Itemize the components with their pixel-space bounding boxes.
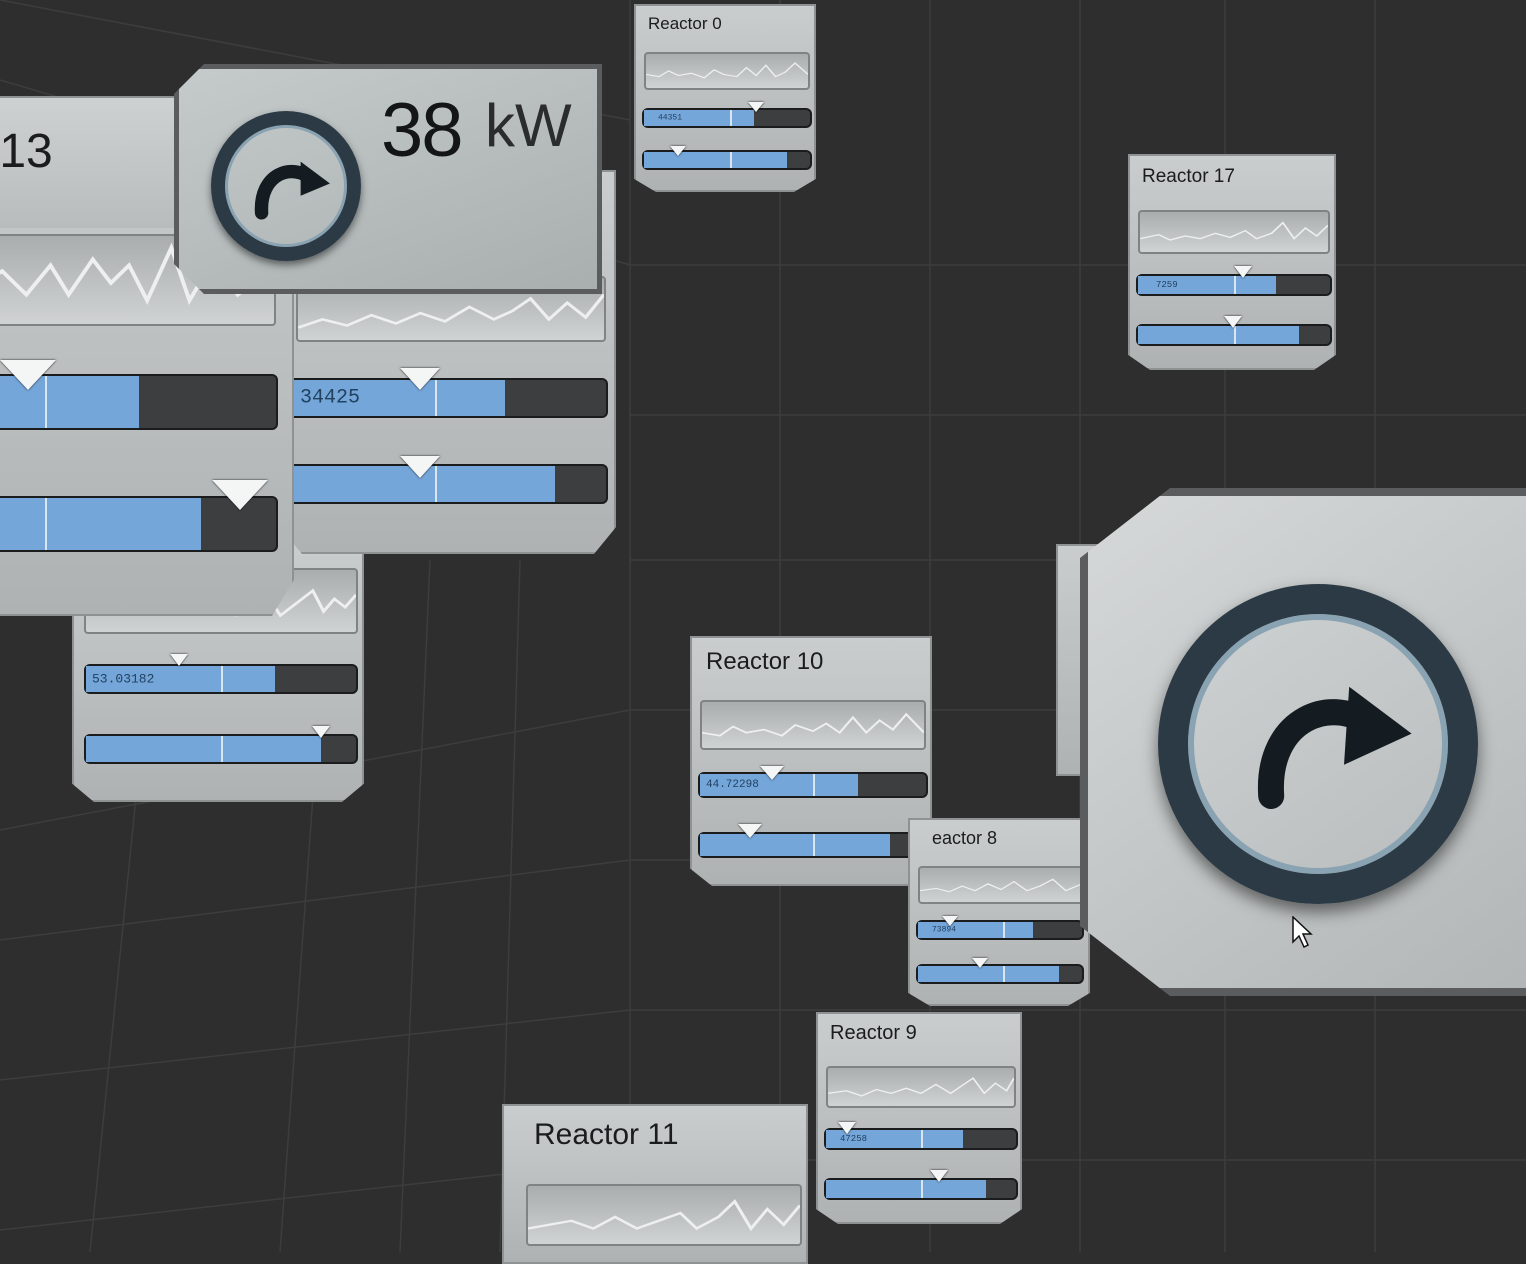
reactor-lower-left-slider[interactable]: 53.03182 <box>84 664 358 694</box>
reactor-8-slider-2-handle[interactable] <box>972 958 988 968</box>
reactor-8-sparkline <box>918 866 1084 904</box>
reactor-0-slider-2-handle[interactable] <box>670 146 686 156</box>
reactor-8-slider-handle[interactable] <box>942 916 958 926</box>
reactor-9-slider-2[interactable] <box>824 1178 1018 1200</box>
reactor-0-slider[interactable]: 44351 <box>642 108 812 128</box>
reactor-0-panel[interactable]: Reactor 0 44351 <box>634 4 816 192</box>
reactor-9-sparkline <box>826 1066 1016 1108</box>
reactor-mid-slider-value: 34425 <box>300 386 361 410</box>
reactor-9-slider-value: 47258 <box>840 1134 868 1144</box>
refresh-circle-icon[interactable] <box>211 111 361 261</box>
reactor-11-title: Reactor 11 <box>534 1118 679 1151</box>
reactor-9-slider-handle[interactable] <box>838 1122 856 1134</box>
reactor-13-title: r 13 <box>0 125 53 178</box>
reactor-13-slider-handle[interactable] <box>0 360 56 390</box>
reactor-10-slider-handle[interactable] <box>760 766 784 780</box>
reactor-mid-slider-handle[interactable] <box>400 368 440 390</box>
reactor-8-panel[interactable]: eactor 8 73894 <box>908 818 1090 1006</box>
mouse-pointer-icon <box>1292 916 1313 949</box>
reactor-9-title: Reactor 9 <box>830 1022 917 1044</box>
refresh-circle-icon-large[interactable] <box>1158 584 1478 904</box>
reactor-10-slider-value: 44.72298 <box>706 779 759 791</box>
reactor-17-slider-handle[interactable] <box>1234 266 1252 278</box>
power-widget[interactable]: 38 kW <box>174 64 602 294</box>
reactor-10-slider-2-handle[interactable] <box>738 824 762 838</box>
power-value: 38 <box>381 88 462 173</box>
refresh-arrow-glyph-large <box>1188 614 1448 874</box>
reactor-17-title: Reactor 17 <box>1142 166 1235 187</box>
reactor-8-slider-value: 73894 <box>932 925 957 935</box>
reactor-10-sparkline <box>700 700 926 750</box>
reactor-lower-left-slider-2[interactable] <box>84 734 358 764</box>
reactor-0-slider-handle[interactable] <box>748 102 764 112</box>
reactor-17-slider-2-handle[interactable] <box>1224 316 1242 328</box>
reactor-8-slider-2[interactable] <box>916 964 1084 984</box>
reactor-9-slider-2-handle[interactable] <box>930 1170 948 1182</box>
reactor-lower-left-slider-value: 53.03182 <box>92 671 155 687</box>
reactor-mid-slider-2[interactable] <box>288 464 608 504</box>
power-unit: kW <box>485 92 572 159</box>
reactor-13-slider-2-handle[interactable] <box>212 480 268 510</box>
reactor-0-sparkline <box>644 52 810 90</box>
reactor-10-title: Reactor 10 <box>706 648 824 675</box>
reactor-11-panel[interactable]: Reactor 11 <box>502 1104 808 1264</box>
reactor-9-panel[interactable]: Reactor 9 47258 <box>816 1012 1022 1224</box>
reactor-mid-slider-2-handle[interactable] <box>400 456 440 478</box>
reactor-0-slider-value: 44351 <box>658 113 683 123</box>
reactor-lower-left-slider-handle[interactable] <box>170 654 188 666</box>
reactor-10-slider[interactable]: 44.72298 <box>698 772 928 798</box>
reactor-17-sparkline <box>1138 210 1330 254</box>
reactor-17-slider-value: 7259 <box>1156 280 1178 290</box>
reactor-0-slider-2[interactable] <box>642 150 812 170</box>
reactor-mid-slider[interactable]: 34425 <box>288 378 608 418</box>
reactor-10-panel[interactable]: Reactor 10 44.72298 <box>690 636 932 886</box>
reactor-17-panel[interactable]: Reactor 17 7259 <box>1128 154 1336 370</box>
refresh-arrow-glyph <box>225 125 347 247</box>
reactor-11-sparkline <box>526 1184 802 1246</box>
reactor-0-title: Reactor 0 <box>648 14 722 33</box>
reactor-lower-left-slider-2-handle[interactable] <box>312 726 330 738</box>
reactor-8-title: eactor 8 <box>932 828 998 848</box>
reactor-10-slider-2[interactable] <box>698 832 928 858</box>
